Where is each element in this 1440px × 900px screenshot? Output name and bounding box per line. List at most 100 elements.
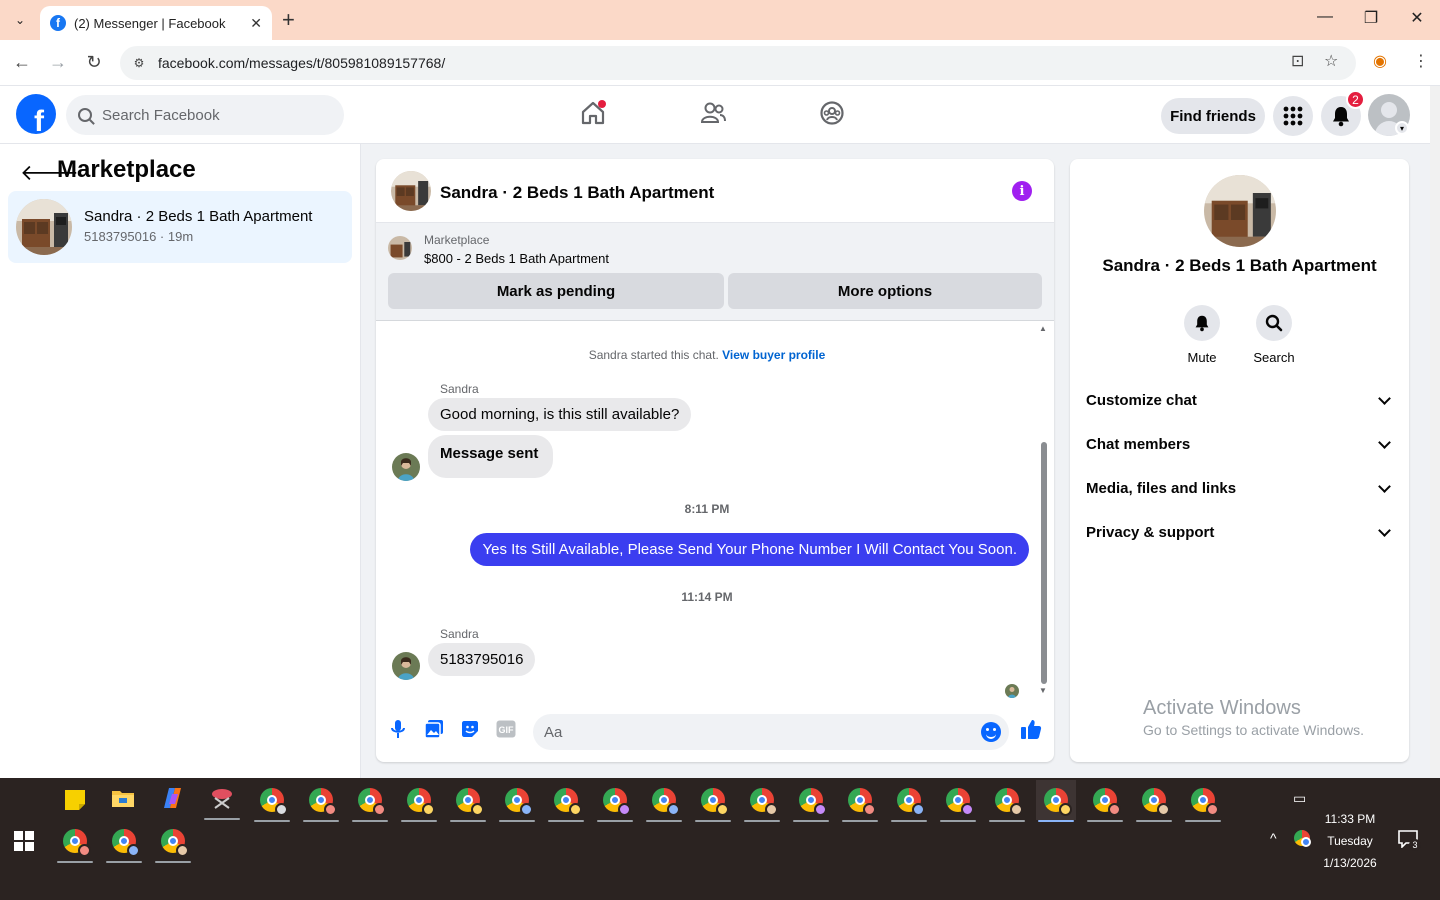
chrome-profile-icon[interactable] [595, 780, 635, 822]
media-files-links-section[interactable]: Media, files and links [1086, 466, 1395, 510]
chrome-profile-icon[interactable] [1085, 780, 1125, 822]
photo-icon[interactable] [423, 718, 445, 740]
mute-button[interactable]: Mute [1172, 305, 1232, 365]
gif-icon[interactable]: GIF [495, 718, 517, 740]
chat-title[interactable]: Sandra · 2 Beds 1 Bath Apartment [440, 183, 714, 203]
chrome-profile-icon[interactable] [644, 780, 684, 822]
groups-nav-icon[interactable] [817, 98, 847, 128]
tab-search-button[interactable]: ⌄ [8, 8, 32, 32]
show-hidden-icons-chevron-icon[interactable]: ^ [1270, 830, 1277, 846]
menu-grid-button[interactable] [1273, 96, 1313, 136]
privacy-support-section[interactable]: Privacy & support [1086, 510, 1395, 554]
home-notification-dot [598, 100, 606, 108]
facebook-search[interactable]: Search Facebook [66, 95, 344, 135]
emoji-icon[interactable] [981, 722, 1001, 742]
scroll-up-arrow-icon[interactable]: ▲ [1039, 324, 1047, 333]
search-in-conversation-button[interactable]: Search [1244, 305, 1304, 365]
outgoing-message[interactable]: Yes Its Still Available, Please Send You… [470, 533, 1029, 566]
page-scrollbar[interactable] [1430, 86, 1440, 778]
chrome-profile-icon[interactable] [938, 780, 978, 822]
system-clock[interactable]: 11:33 PM Tuesday 1/13/2026 [1318, 808, 1382, 874]
chrome-tray-icon[interactable] [1282, 818, 1322, 858]
notification-center-icon[interactable]: 3 [1398, 830, 1421, 851]
chrome-profile-icon[interactable] [153, 821, 193, 863]
reload-button[interactable]: ↻ [83, 52, 105, 73]
chrome-profile-icon[interactable] [399, 780, 439, 822]
conversation-preview: 5183795016 · 19m [84, 229, 194, 244]
friends-nav-icon[interactable] [698, 98, 728, 128]
tab-close-icon[interactable]: ✕ [250, 15, 262, 32]
microphone-icon[interactable] [387, 718, 409, 740]
search-input[interactable]: Search Facebook [102, 107, 220, 124]
chrome-profile-icon[interactable] [104, 821, 144, 863]
chrome-profile-icon[interactable] [55, 821, 95, 863]
browser-menu-icon[interactable]: ⋮ [1413, 51, 1429, 71]
chrome-profile-icon-active[interactable] [1036, 780, 1076, 822]
restore-button[interactable]: ❐ [1359, 8, 1383, 28]
activate-windows-watermark: Activate Windows Go to Settings to activ… [1143, 697, 1364, 738]
incoming-message[interactable]: Message sent [428, 435, 554, 478]
site-settings-icon[interactable]: ⚙ [130, 54, 148, 72]
desktop-display-icon[interactable]: ▭ [1293, 790, 1306, 807]
chrome-profile-icon[interactable] [350, 780, 390, 822]
install-app-icon[interactable]: ⊡ [1291, 51, 1304, 71]
chrome-profile-icon[interactable] [1134, 780, 1174, 822]
section-label: Privacy & support [1086, 523, 1215, 541]
incoming-message[interactable]: Good morning, is this still available? [428, 398, 692, 431]
scroll-down-arrow-icon[interactable]: ▼ [1039, 686, 1047, 695]
sender-name: Sandra [440, 627, 479, 641]
chrome-profile-icon[interactable] [840, 780, 880, 822]
message-scrollbar[interactable]: ▲ ▼ [1039, 322, 1049, 699]
chrome-profile-icon[interactable] [252, 780, 292, 822]
chrome-profile-icon[interactable] [1183, 780, 1223, 822]
back-button[interactable]: ← [11, 52, 33, 73]
thumbs-up-icon[interactable] [1020, 718, 1042, 740]
info-icon[interactable]: i [1012, 181, 1032, 201]
more-options-button[interactable]: More options [728, 273, 1042, 309]
url-omnibox[interactable]: ⚙ facebook.com/messages/t/80598108915776… [120, 46, 1356, 80]
info-avatar[interactable] [1204, 175, 1276, 247]
sticky-notes-icon[interactable] [55, 780, 95, 820]
file-explorer-icon[interactable] [103, 778, 143, 818]
notifications-button[interactable]: 2 [1321, 90, 1365, 136]
chat-avatar[interactable] [391, 171, 431, 211]
scrollbar-thumb[interactable] [1041, 442, 1047, 684]
forward-button[interactable]: → [47, 52, 69, 73]
home-nav-icon[interactable] [578, 98, 608, 128]
chevron-down-icon [1378, 435, 1391, 449]
bookmark-star-icon[interactable]: ☆ [1324, 51, 1338, 71]
find-friends-button[interactable]: Find friends [1161, 98, 1265, 134]
profile-icon[interactable]: ◉ [1373, 51, 1387, 71]
chrome-profile-icon[interactable] [987, 780, 1027, 822]
sticker-icon[interactable] [459, 718, 481, 740]
copilot-icon[interactable] [153, 778, 193, 818]
chrome-profile-icon[interactable] [693, 780, 733, 822]
close-window-button[interactable]: ✕ [1405, 8, 1429, 28]
chrome-profile-icon[interactable] [448, 780, 488, 822]
chrome-profile-icon[interactable] [889, 780, 929, 822]
snipping-tool-icon[interactable] [202, 778, 242, 820]
chrome-profile-icon[interactable] [301, 780, 341, 822]
facebook-logo[interactable]: f [16, 94, 56, 134]
chrome-profile-icon[interactable] [791, 780, 831, 822]
browser-tab[interactable]: f (2) Messenger | Facebook ✕ [40, 6, 272, 40]
account-chevron-icon[interactable]: ▾ [1395, 121, 1409, 135]
sender-avatar[interactable] [392, 453, 420, 481]
conversation-item[interactable]: Sandra · 2 Beds 1 Bath Apartment 5183795… [8, 191, 352, 263]
timestamp-separator: 8:11 PM [684, 502, 730, 516]
windows-start-icon[interactable] [14, 831, 34, 851]
sender-avatar[interactable] [392, 652, 420, 680]
listing-description[interactable]: $800 - 2 Beds 1 Bath Apartment [424, 251, 609, 266]
chrome-profile-icon[interactable] [742, 780, 782, 822]
chat-members-section[interactable]: Chat members [1086, 422, 1395, 466]
new-tab-button[interactable]: + [282, 8, 295, 32]
message-input[interactable]: Aa [533, 714, 1009, 750]
mark-as-pending-button[interactable]: Mark as pending [388, 273, 724, 309]
chrome-profile-icon[interactable] [497, 780, 537, 822]
minimize-button[interactable]: — [1313, 8, 1337, 26]
url-text[interactable]: facebook.com/messages/t/805981089157768/ [158, 55, 445, 71]
chrome-profile-icon[interactable] [546, 780, 586, 822]
view-buyer-profile-link[interactable]: View buyer profile [722, 348, 825, 362]
customize-chat-section[interactable]: Customize chat [1086, 378, 1395, 422]
incoming-message[interactable]: 5183795016 [428, 643, 536, 676]
